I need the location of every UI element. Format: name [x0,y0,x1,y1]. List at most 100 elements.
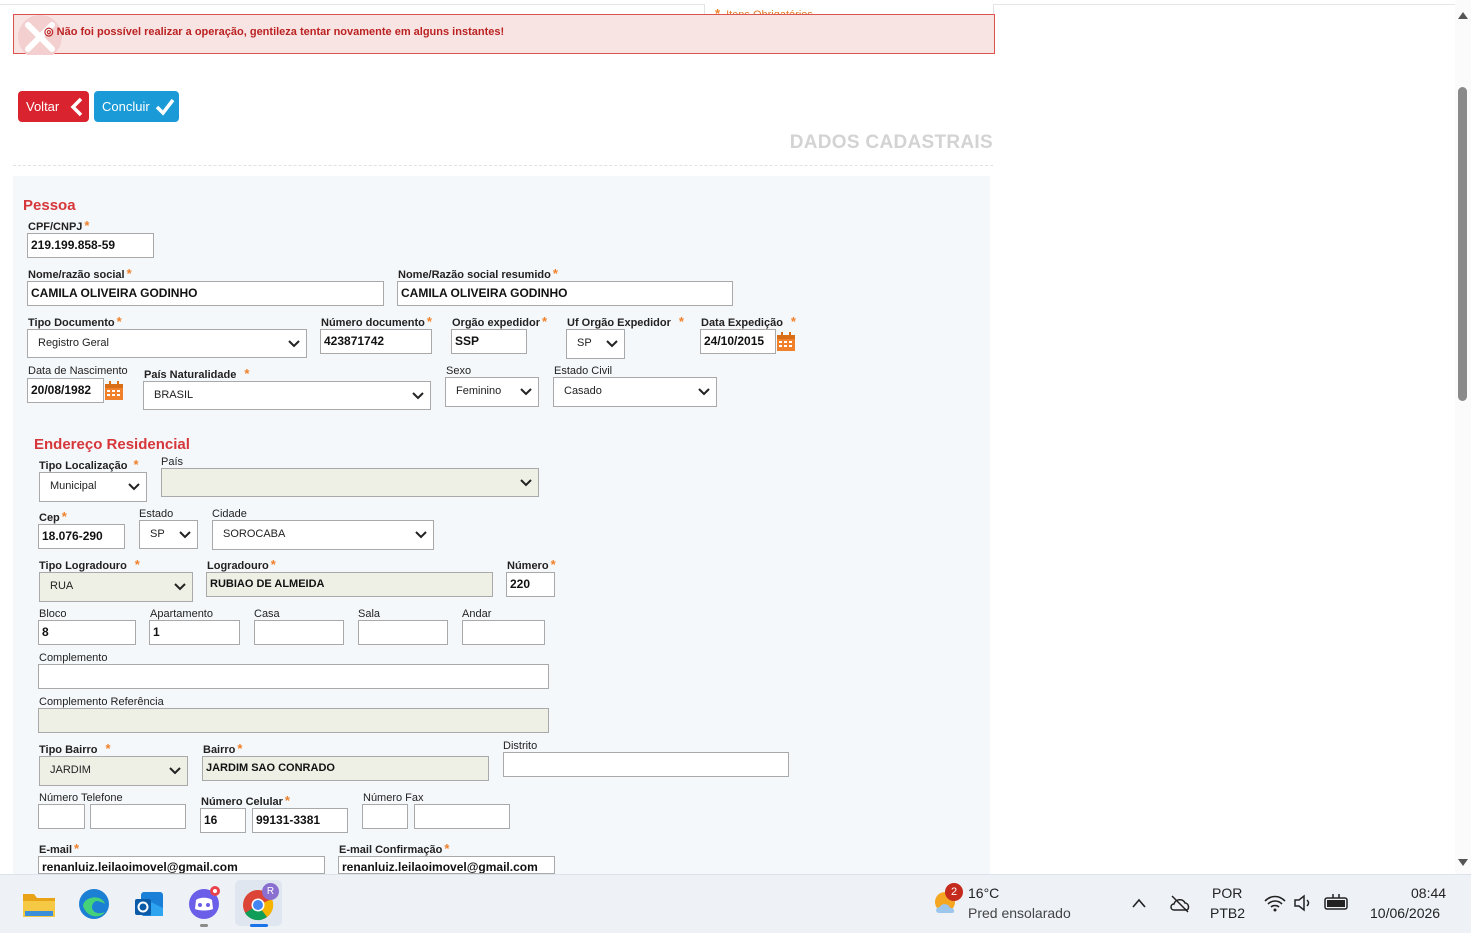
num-doc-input[interactable]: 423871742 [320,329,432,354]
sexo-select[interactable]: Feminino [445,377,539,407]
email-conf-input[interactable]: renanluiz.leilaoimovel@gmail.com [338,856,555,874]
cep-label-text: Cep [39,512,60,524]
required-mark: * [74,841,80,856]
tipo-bairro-label-text: Tipo Bairro [39,744,98,756]
bairro-label: Bairro * [203,741,242,756]
email-input[interactable]: renanluiz.leilaoimovel@gmail.com [38,856,325,874]
tipo-logr-select[interactable]: RUA [39,572,193,602]
bairro-input[interactable]: JARDIM SAO CONRADO [202,756,489,781]
tel-num-input[interactable] [90,804,186,829]
chevron-down-icon [415,531,427,539]
required-mark: * [134,557,140,572]
andar-input[interactable] [462,620,545,645]
cloud-off-icon[interactable] [1169,894,1191,914]
cpf-input[interactable]: 219.199.858-59 [27,233,154,258]
logr-input[interactable]: RUBIAO DE ALMEIDA [206,572,493,597]
chevron-down-icon [520,479,532,487]
logr-label: Logradouro * [207,557,276,572]
tipo-bairro-select[interactable]: JARDIM [39,756,188,786]
cel-num-input[interactable]: 99131-3381 [252,808,348,833]
pais-label: País [161,456,184,468]
tel-label: Número Telefone [39,792,123,804]
estado-value: SP [150,528,165,540]
distrito-input[interactable] [503,752,789,777]
speaker-icon[interactable] [1293,894,1313,912]
data-exp-input[interactable]: 24/10/2015 [700,329,776,354]
calendar-icon[interactable] [776,332,796,352]
battery-plug-icon[interactable] [1324,893,1350,911]
tipo-logr-value: RUA [50,580,74,592]
nome-resumido-label-text: Nome/Razão social resumido [398,269,551,281]
bloco-label: Bloco [39,608,67,620]
fax-ddd-input[interactable] [362,804,408,829]
back-button[interactable]: Voltar [18,91,89,122]
apto-input[interactable]: 1 [149,620,240,645]
required-mark: * [116,314,122,329]
pais-nat-select[interactable]: BRASIL [143,381,431,410]
chevron-down-icon [412,392,424,400]
numero-input[interactable]: 220 [506,572,555,597]
nome-input[interactable]: CAMILA OLIVEIRA GODINHO [27,281,384,306]
required-mark: * [126,266,132,281]
uf-orgao-label-text: Uf Orgão Expedidor [567,317,671,329]
chevron-down-icon [606,340,618,348]
chevron-up-icon[interactable] [1131,897,1147,909]
file-explorer-icon[interactable] [22,889,56,919]
email-label-text: E-mail [39,844,73,856]
bairro-label-text: Bairro [203,744,236,756]
clock-date[interactable]: 10/06/2026 [1370,905,1440,921]
finish-button[interactable]: Concluir [94,91,179,122]
required-mark: * [237,741,243,756]
cel-label: Número Celular * [201,793,290,808]
email-conf-label: E-mail Confirmação * [339,841,449,856]
compl-ref-input[interactable] [38,708,549,733]
estado-select[interactable]: SP [139,520,198,549]
edge-icon[interactable] [78,888,110,920]
scrollbar-thumb[interactable] [1458,87,1467,401]
input-language[interactable]: POR [1212,885,1242,901]
compl-input[interactable] [38,664,549,689]
chevron-down-icon [288,340,300,348]
weather-temp: 16°C [968,885,1000,901]
cidade-select[interactable]: SOROCABA [212,520,434,550]
estado-civil-label: Estado Civil [554,365,613,377]
distrito-label: Distrito [503,740,538,752]
estado-civil-select[interactable]: Casado [553,377,717,407]
chevron-down-icon [179,531,191,539]
discord-icon[interactable] [187,884,223,920]
outlook-icon[interactable] [133,888,165,920]
error-message-text: Não foi possível realizar a operação, ge… [56,26,505,38]
sexo-label: Sexo [446,365,472,377]
clock-time[interactable]: 08:44 [1411,885,1446,901]
fax-num-input[interactable] [414,804,510,829]
pais-select[interactable] [161,468,539,497]
required-mark: * [284,793,290,808]
wifi-icon[interactable] [1264,894,1286,912]
cel-ddd-input[interactable]: 16 [200,808,246,833]
tipo-doc-select[interactable]: Registro Geral [27,329,307,358]
bloco-input[interactable]: 8 [38,620,136,645]
uf-orgao-select[interactable]: SP [566,329,625,359]
error-info-icon: ◎ [44,26,57,38]
sala-input[interactable] [358,620,448,645]
keyboard-layout[interactable]: PTB2 [1210,905,1245,921]
casa-input[interactable] [254,620,344,645]
chevron-down-icon [698,388,710,396]
nascimento-input[interactable]: 20/08/1982 [27,378,104,403]
nome-resumido-input[interactable]: CAMILA OLIVEIRA GODINHO [397,281,733,306]
orgao-input[interactable]: SSP [451,329,527,354]
cidade-value: SOROCABA [223,528,286,540]
required-mark: * [542,314,548,329]
estado-label: Estado [139,508,174,520]
compl-ref-label: Complemento Referência [39,696,164,708]
tipo-loc-select[interactable]: Municipal [39,472,147,502]
tipo-bairro-value: JARDIM [50,764,91,776]
tel-ddd-input[interactable] [38,804,85,829]
cep-input[interactable]: 18.076-290 [38,524,125,549]
calendar-icon[interactable] [104,381,124,401]
apto-label: Apartamento [150,608,213,620]
scroll-down-arrow-icon[interactable] [1457,858,1469,868]
data-exp-label: Data Expedição * [701,314,796,329]
scroll-up-arrow-icon[interactable] [1457,10,1469,20]
error-message: ◎ Não foi possível realizar a operação, … [44,25,504,38]
